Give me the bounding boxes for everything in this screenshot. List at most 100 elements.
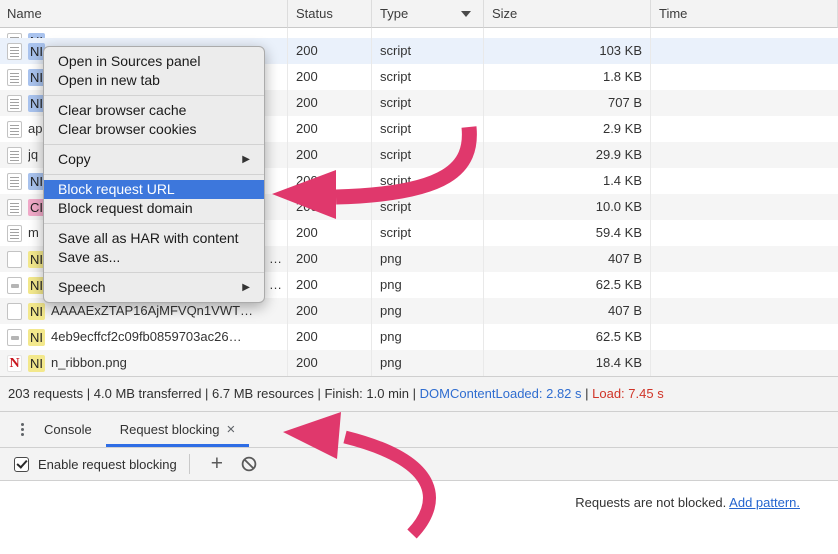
menu-separator [44,223,264,224]
type-cell: script [372,220,484,246]
type-cell: script [372,64,484,90]
network-summary-bar: 203 requests | 4.0 MB transferred | 6.7 … [0,376,838,412]
menu-item-clear-browser-cache[interactable]: Clear browser cache [44,101,264,120]
menu-item-block-request-url[interactable]: Block request URL [44,180,264,199]
size-cell: 407 B [484,246,651,272]
script-file-icon [7,199,22,216]
tab-console[interactable]: Console [30,412,106,447]
menu-item-label: Clear browser cache [58,101,186,120]
blank-file-icon [7,303,22,320]
time-cell [651,142,838,168]
status-cell: 200 [288,272,372,298]
menu-item-open-in-new-tab[interactable]: Open in new tab [44,71,264,90]
column-header-time[interactable]: Time [651,0,838,28]
script-file-icon [7,95,22,112]
more-options-icon[interactable] [14,412,30,447]
devtools-window: Name Status Type Size Time NI NI [0,0,838,554]
menu-item-clear-browser-cookies[interactable]: Clear browser cookies [44,120,264,139]
menu-item-speech[interactable]: Speech ▶ [44,278,264,297]
time-cell [651,90,838,116]
menu-item-label: Block request domain [58,199,193,218]
table-header: Name Status Type Size Time [0,0,838,28]
request-blocking-toolbar: Enable request blocking + [0,448,838,481]
size-cell: 1.8 KB [484,64,651,90]
network-row[interactable]: NI [0,28,838,38]
size-cell: 62.5 KB [484,324,651,350]
menu-item-label: Open in Sources panel [58,52,200,71]
submenu-arrow-icon: ▶ [242,150,250,169]
column-header-type[interactable]: Type [372,0,484,28]
time-cell [651,272,838,298]
network-row[interactable]: NI n_ribbon.png 200 png 18.4 KB [0,350,838,376]
size-cell: 1.4 KB [484,168,651,194]
tab-request-blocking[interactable]: Request blocking × [106,412,250,447]
add-pattern-icon[interactable]: + [202,450,232,478]
status-cell: 200 [288,298,372,324]
context-menu: Open in Sources panel Open in new tab Cl… [43,46,265,303]
menu-item-label: Save all as HAR with content [58,229,239,248]
status-cell: 200 [288,324,372,350]
sort-desc-icon [461,11,471,17]
match-highlight: NI [28,329,45,346]
name-cell: NI n_ribbon.png [0,350,288,376]
time-cell [651,168,838,194]
image-file-icon [7,277,22,294]
empty-state-message: Requests are not blocked. Add pattern. [575,495,800,510]
summary-stats: 203 requests | 4.0 MB transferred | 6.7 … [8,386,420,401]
column-header-name[interactable]: Name [0,0,288,28]
menu-item-save-all-as-har-with-content[interactable]: Save all as HAR with content [44,229,264,248]
status-cell: 200 [288,194,372,220]
size-cell: 62.5 KB [484,272,651,298]
script-file-icon [7,69,22,86]
name-cell: NI [0,28,288,38]
time-cell [651,220,838,246]
network-row[interactable]: NI 4eb9ecffcf2c09fb0859703ac26… 200 png … [0,324,838,350]
request-name: m [28,220,39,246]
menu-item-label: Clear browser cookies [58,120,197,139]
time-cell [651,38,838,64]
toolbar-divider [189,454,190,474]
time-cell [651,64,838,90]
submenu-arrow-icon: ▶ [242,278,250,297]
request-name: jq [28,142,38,168]
menu-separator [44,144,264,145]
size-cell: 103 KB [484,38,651,64]
remove-all-patterns-icon[interactable] [240,455,258,473]
enable-request-blocking-checkbox[interactable] [14,457,29,472]
column-header-size[interactable]: Size [484,0,651,28]
type-cell: png [372,324,484,350]
menu-separator [44,95,264,96]
type-cell: script [372,116,484,142]
domcontentloaded-time: DOMContentLoaded: 2.82 s [420,386,582,401]
type-cell: script [372,168,484,194]
request-name: 4eb9ecffcf2c09fb0859703ac26… [51,324,242,350]
menu-item-label: Save as... [58,248,120,267]
type-cell: png [372,246,484,272]
column-header-status[interactable]: Status [288,0,372,28]
type-cell [372,28,484,38]
time-cell [651,246,838,272]
menu-item-block-request-domain[interactable]: Block request domain [44,199,264,218]
time-cell [651,324,838,350]
menu-item-label: Speech [58,278,105,297]
drawer-tab-bar: Console Request blocking × [0,412,838,448]
script-file-icon [7,173,22,190]
script-file-icon [7,121,22,138]
close-tab-icon[interactable]: × [226,422,235,437]
menu-item-save-as[interactable]: Save as... [44,248,264,267]
size-cell: 10.0 KB [484,194,651,220]
status-cell: 200 [288,90,372,116]
status-cell: 200 [288,168,372,194]
size-cell: 707 B [484,90,651,116]
time-cell [651,194,838,220]
menu-item-copy[interactable]: Copy ▶ [44,150,264,169]
status-cell: 200 [288,350,372,376]
time-cell [651,350,838,376]
time-cell [651,298,838,324]
type-cell: script [372,194,484,220]
type-cell: script [372,90,484,116]
add-pattern-link[interactable]: Add pattern. [729,495,800,510]
type-cell: script [372,142,484,168]
menu-item-open-in-sources-panel[interactable]: Open in Sources panel [44,52,264,71]
menu-item-label: Open in new tab [58,71,160,90]
